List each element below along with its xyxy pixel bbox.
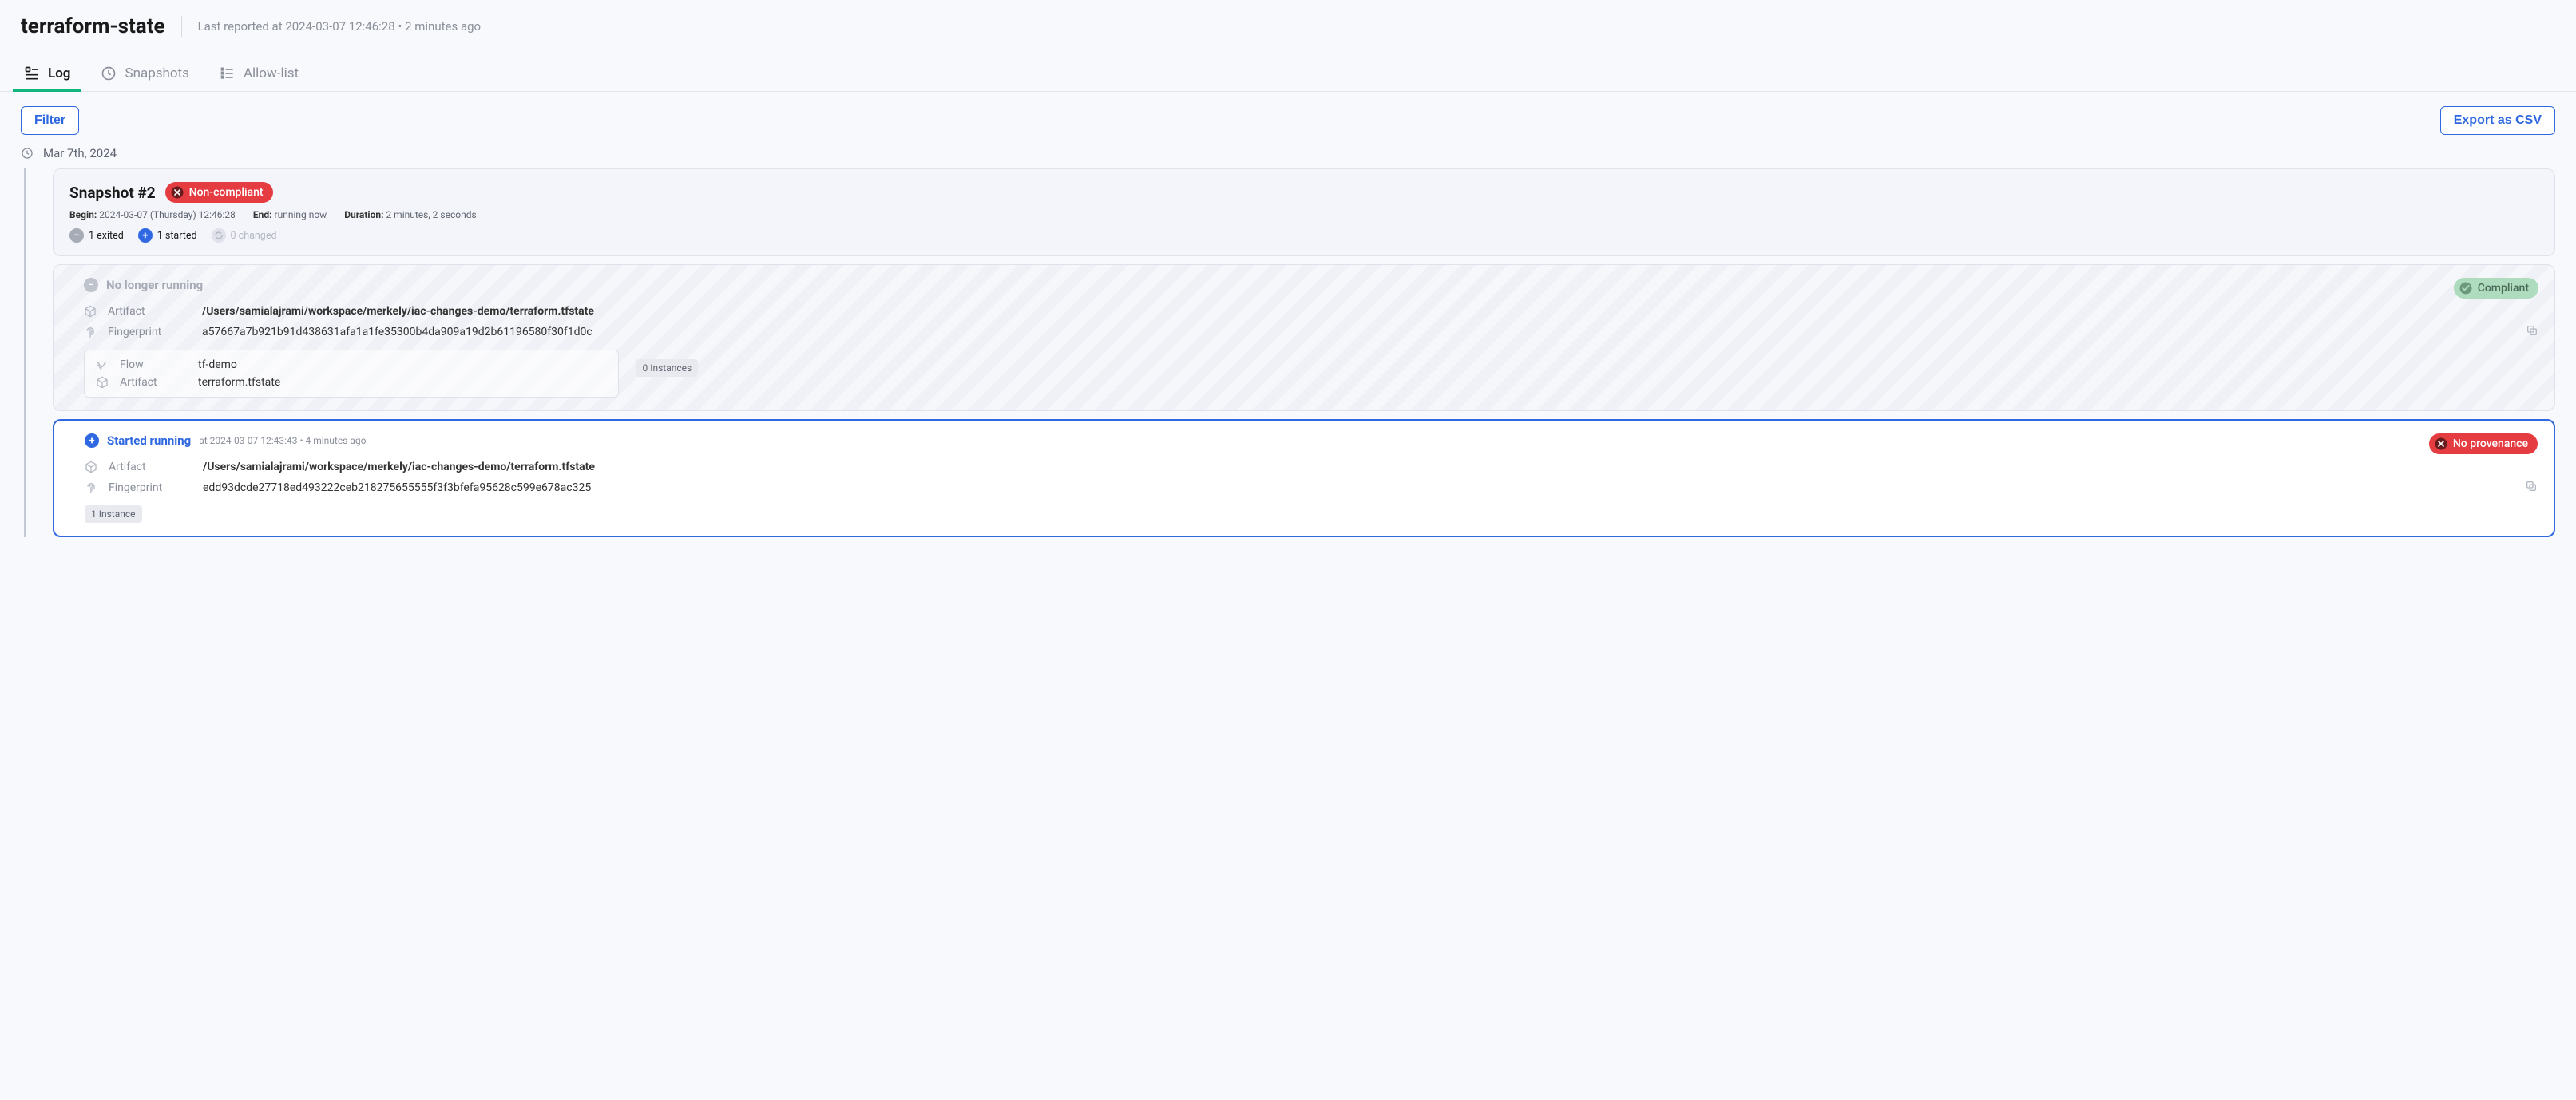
started-running-card[interactable]: + Started running at 2024-03-07 12:43:43… (53, 419, 2555, 537)
timeline-line (21, 168, 45, 537)
fingerprint-icon (84, 326, 101, 338)
compliant-badge: Compliant (2454, 278, 2538, 299)
tab-log[interactable]: Log (21, 59, 73, 91)
artifact-value: /Users/samialajrami/workspace/merkely/ia… (202, 305, 2532, 318)
fingerprint-value: edd93dcde27718ed493222ceb218275655555f3f… (203, 481, 2515, 494)
tab-snapshots[interactable]: Snapshots (97, 59, 192, 91)
flow-sub-card: Flow tf-demo Artifact terraform.tfstate (84, 350, 619, 398)
tab-allowlist-label: Allow-list (244, 65, 299, 81)
artifact-label: Artifact (108, 305, 196, 318)
started-running-title: Started running (107, 433, 191, 448)
tab-log-label: Log (48, 65, 70, 81)
last-reported-status: Last reported at 2024-03-07 12:46:28 • 2… (198, 19, 482, 34)
export-csv-button[interactable]: Export as CSV (2440, 106, 2555, 135)
copy-icon[interactable] (2522, 324, 2538, 340)
refresh-circle-icon (212, 228, 226, 243)
started-stat: + 1 started (138, 228, 197, 243)
filter-button[interactable]: Filter (21, 106, 79, 135)
non-compliant-badge: Non-compliant (165, 182, 273, 203)
list-icon (220, 65, 236, 81)
instances-badge: 0 Instances (636, 359, 698, 377)
non-compliant-label: Non-compliant (189, 186, 264, 199)
sub-artifact-value: terraform.tfstate (198, 376, 607, 389)
artifact-value: /Users/samialajrami/workspace/merkely/ia… (203, 461, 2531, 473)
artifact-label: Artifact (109, 461, 196, 473)
flow-icon (96, 358, 113, 371)
fingerprint-label: Fingerprint (108, 326, 196, 338)
snapshot-title: Snapshot #2 (69, 184, 156, 202)
snapshot-stats: − 1 exited + 1 started 0 changed (69, 228, 2538, 243)
tabs: Log Snapshots Allow-list (0, 51, 2576, 92)
x-circle-icon (2434, 437, 2448, 451)
cube-icon (96, 376, 113, 389)
no-longer-running-title: No longer running (106, 278, 203, 292)
compliant-label: Compliant (2478, 282, 2529, 295)
date-row: Mar 7th, 2024 (0, 143, 2576, 168)
changed-stat: 0 changed (212, 228, 277, 243)
check-circle-icon (2459, 281, 2473, 295)
no-longer-running-card[interactable]: − No longer running Compliant (53, 264, 2555, 411)
tab-snapshots-label: Snapshots (125, 65, 188, 81)
fingerprint-icon (85, 481, 102, 494)
fingerprint-label: Fingerprint (109, 481, 196, 494)
exited-stat: − 1 exited (69, 228, 124, 243)
sub-artifact-label: Artifact (120, 376, 192, 389)
instances-badge: 1 Instance (85, 505, 142, 523)
date-label: Mar 7th, 2024 (43, 146, 117, 160)
cube-icon (85, 461, 102, 473)
page-title: terraform-state (21, 14, 165, 38)
header-divider (181, 16, 182, 37)
fingerprint-value: a57667a7b921b91d438631afa1a1fe35300b4da9… (202, 326, 2516, 338)
copy-icon[interactable] (2522, 480, 2538, 496)
plus-circle-icon: + (138, 228, 153, 243)
clock-icon (21, 147, 34, 160)
x-circle-icon (170, 185, 184, 200)
tab-allowlist[interactable]: Allow-list (216, 59, 302, 91)
minus-circle-icon: − (84, 278, 98, 292)
plus-circle-icon: + (85, 433, 99, 448)
started-running-timestamp: at 2024-03-07 12:43:43 • 4 minutes ago (199, 435, 366, 446)
no-provenance-label: No provenance (2453, 437, 2528, 450)
no-provenance-badge: No provenance (2429, 433, 2538, 454)
clock-icon (101, 65, 117, 81)
snapshot-meta: Begin: 2024-03-07 (Thursday) 12:46:28 En… (69, 209, 2538, 220)
flow-value: tf-demo (198, 358, 607, 371)
snapshot-card[interactable]: Snapshot #2 Non-compliant Begin: 2024-03… (53, 168, 2555, 256)
flow-label: Flow (120, 358, 192, 371)
cube-icon (84, 305, 101, 318)
log-icon (24, 65, 40, 81)
minus-circle-icon: − (69, 228, 84, 243)
